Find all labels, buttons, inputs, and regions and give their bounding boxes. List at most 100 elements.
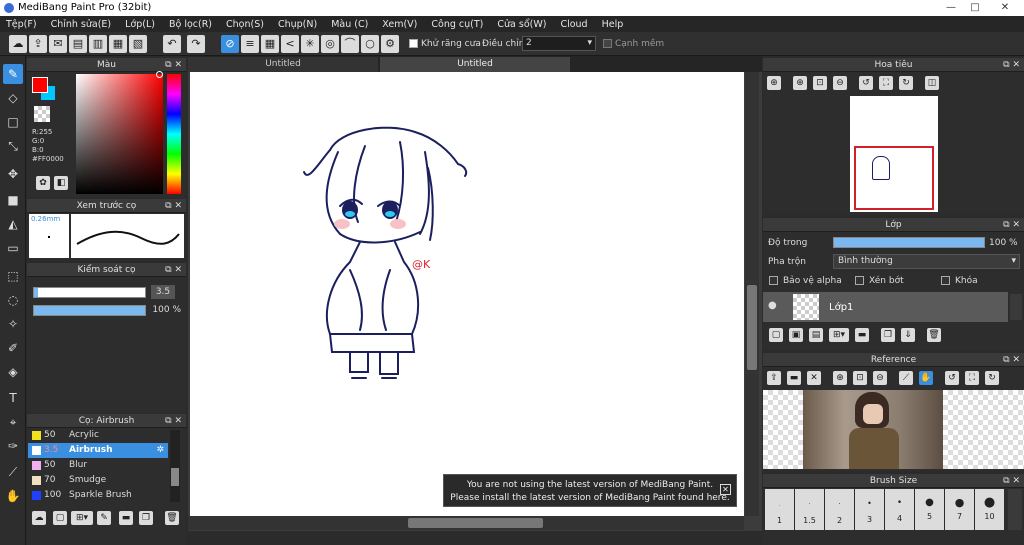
clipping-checkbox[interactable] (855, 276, 864, 285)
drawing-canvas[interactable]: @K (190, 72, 744, 516)
brush-tool-icon[interactable]: ✎ (3, 64, 23, 84)
zoom-out-icon[interactable]: ⊖ (833, 76, 847, 90)
select-pen-icon[interactable]: ✐ (3, 338, 23, 358)
radial-snap-icon[interactable]: ✳ (301, 35, 319, 53)
brush-list-item[interactable]: 100 Sparkle Brush (28, 488, 168, 503)
share-icon[interactable]: ⇪ (29, 35, 47, 53)
fit-screen-icon[interactable]: ⛶ (965, 371, 979, 385)
close-icon[interactable]: ⧉ ✕ (165, 199, 182, 213)
new-layer-icon[interactable]: ▢ (769, 328, 783, 342)
shape-fill-icon[interactable]: ■ (3, 190, 23, 210)
duplicate-layer-icon[interactable]: ❐ (881, 328, 895, 342)
palette-icon[interactable]: ✿ (36, 176, 50, 190)
hand-icon[interactable]: ✋ (919, 371, 933, 385)
add-brush-icon[interactable]: ⊞▾ (71, 511, 93, 525)
close-icon[interactable]: ⧉ ✕ (165, 414, 182, 428)
eraser-tool-icon[interactable]: ◇ (3, 88, 23, 108)
brush-list-scrollbar[interactable] (170, 430, 180, 502)
smooth-edge-checkbox[interactable] (603, 39, 612, 48)
grid-icon[interactable]: ▧ (129, 35, 147, 53)
select-eraser-icon[interactable]: ◈ (3, 362, 23, 382)
reference-canvas[interactable] (763, 390, 1024, 469)
undo-icon[interactable]: ↶ (163, 35, 181, 53)
parallel-snap-icon[interactable]: ≡ (241, 35, 259, 53)
select-tool-icon[interactable]: ⬚ (3, 266, 23, 286)
hue-slider[interactable] (167, 74, 181, 194)
brush-size-value[interactable]: 3.5 (151, 285, 175, 299)
navigator-thumbnail[interactable] (850, 96, 938, 212)
brush-size-preset[interactable]: ● 5 (915, 489, 944, 530)
close-icon[interactable]: ✕ (720, 484, 731, 495)
close-reference-icon[interactable]: ✕ (807, 371, 821, 385)
duplicate-icon[interactable]: ❐ (139, 511, 153, 525)
zoom-in-icon[interactable]: ⊕ (833, 371, 847, 385)
scrollbar-thumb[interactable] (747, 285, 757, 370)
menu-select[interactable]: Chọn(S) (226, 19, 264, 30)
visibility-icon[interactable]: ● (768, 300, 777, 311)
circle-snap-icon[interactable]: ◎ (321, 35, 339, 53)
brush-size-slider[interactable] (33, 287, 146, 298)
snap-off-icon[interactable]: ⊘ (221, 35, 239, 53)
comment-icon[interactable]: ✉ (49, 35, 67, 53)
flip-icon[interactable]: ◫ (925, 76, 939, 90)
antialias-checkbox[interactable] (409, 39, 418, 48)
upload-icon[interactable]: ⇪ (767, 371, 781, 385)
cross-snap-icon[interactable]: ▦ (261, 35, 279, 53)
close-icon[interactable]: ⧉ ✕ (1003, 58, 1020, 72)
saturation-value-picker[interactable] (76, 71, 163, 194)
ellipse-snap-icon[interactable]: ○ (361, 35, 379, 53)
folder-icon[interactable]: ▬ (855, 328, 869, 342)
canvas-vertical-scrollbar[interactable] (745, 72, 759, 516)
mixer-tool-icon[interactable]: ⤡ (3, 136, 23, 156)
merge-down-icon[interactable]: ⇓ (901, 328, 915, 342)
scrollbar-thumb[interactable] (408, 518, 543, 528)
menu-cloud[interactable]: Cloud (560, 19, 587, 30)
adjust-select[interactable]: 2 ▾ (522, 36, 596, 51)
zoom-in-icon[interactable]: ⊕ (767, 76, 781, 90)
trash-icon[interactable]: 🗑 (165, 511, 179, 525)
new-halftone-layer-icon[interactable]: ▣ (789, 328, 803, 342)
zoom-in-icon[interactable]: ⊕ (793, 76, 807, 90)
folder-icon[interactable]: ▬ (119, 511, 133, 525)
viewport-frame[interactable] (854, 146, 934, 210)
divide-tool-icon[interactable]: ✑ (3, 436, 23, 456)
menu-layer[interactable]: Lớp(L) (125, 19, 155, 30)
brush-size-preset[interactable]: • 4 (885, 489, 914, 530)
minimize-icon[interactable]: — (940, 0, 962, 16)
document-icon[interactable]: ▤ (69, 35, 87, 53)
close-icon[interactable]: ⧉ ✕ (1003, 218, 1020, 232)
close-icon[interactable]: ✕ (994, 0, 1016, 16)
redo-icon[interactable]: ↷ (187, 35, 205, 53)
brush-list-item-selected[interactable]: 3.5 Airbrush ✲ (28, 443, 168, 458)
brush-settings-icon[interactable]: ✎ (97, 511, 111, 525)
brush-opacity-slider[interactable] (33, 305, 146, 316)
gear-icon[interactable]: ✲ (156, 443, 164, 458)
rotate-right-icon[interactable]: ↻ (899, 76, 913, 90)
layer-scrollbar[interactable] (1010, 294, 1022, 320)
brush-size-preset[interactable]: · 1 (765, 489, 794, 530)
transparent-swatch[interactable] (34, 106, 50, 122)
menu-help[interactable]: Help (602, 19, 624, 30)
menu-edit[interactable]: Chỉnh sửa(E) (51, 19, 112, 30)
new-1bit-layer-icon[interactable]: ▤ (809, 328, 823, 342)
menu-view[interactable]: Xem(V) (382, 19, 417, 30)
snap-settings-icon[interactable]: ⚙ (381, 35, 399, 53)
brush-size-preset[interactable]: • 3 (855, 489, 884, 530)
layer-row[interactable]: ● Lớp1 (763, 292, 1008, 322)
protect-alpha-checkbox[interactable] (769, 276, 778, 285)
brush-size-scrollbar[interactable] (1008, 489, 1022, 530)
move-tool-icon[interactable]: ✥ (3, 164, 23, 184)
fit-icon[interactable]: ⊡ (853, 371, 867, 385)
close-icon[interactable]: ⧉ ✕ (165, 58, 182, 72)
brush-list-item[interactable]: 70 Smudge (28, 473, 168, 488)
lock-checkbox[interactable] (941, 276, 950, 285)
layer-opacity-slider[interactable] (833, 237, 985, 248)
text-tool-icon[interactable]: T (3, 388, 23, 408)
trash-icon[interactable]: 🗑 (927, 328, 941, 342)
close-icon[interactable]: ⧉ ✕ (1003, 353, 1020, 367)
fit-screen-icon[interactable]: ⛶ (879, 76, 893, 90)
panels-icon[interactable]: ▦ (109, 35, 127, 53)
cloud-icon[interactable]: ☁ (9, 35, 27, 53)
scrollbar-thumb[interactable] (171, 468, 179, 486)
new-brush-icon[interactable]: ▢ (53, 511, 67, 525)
